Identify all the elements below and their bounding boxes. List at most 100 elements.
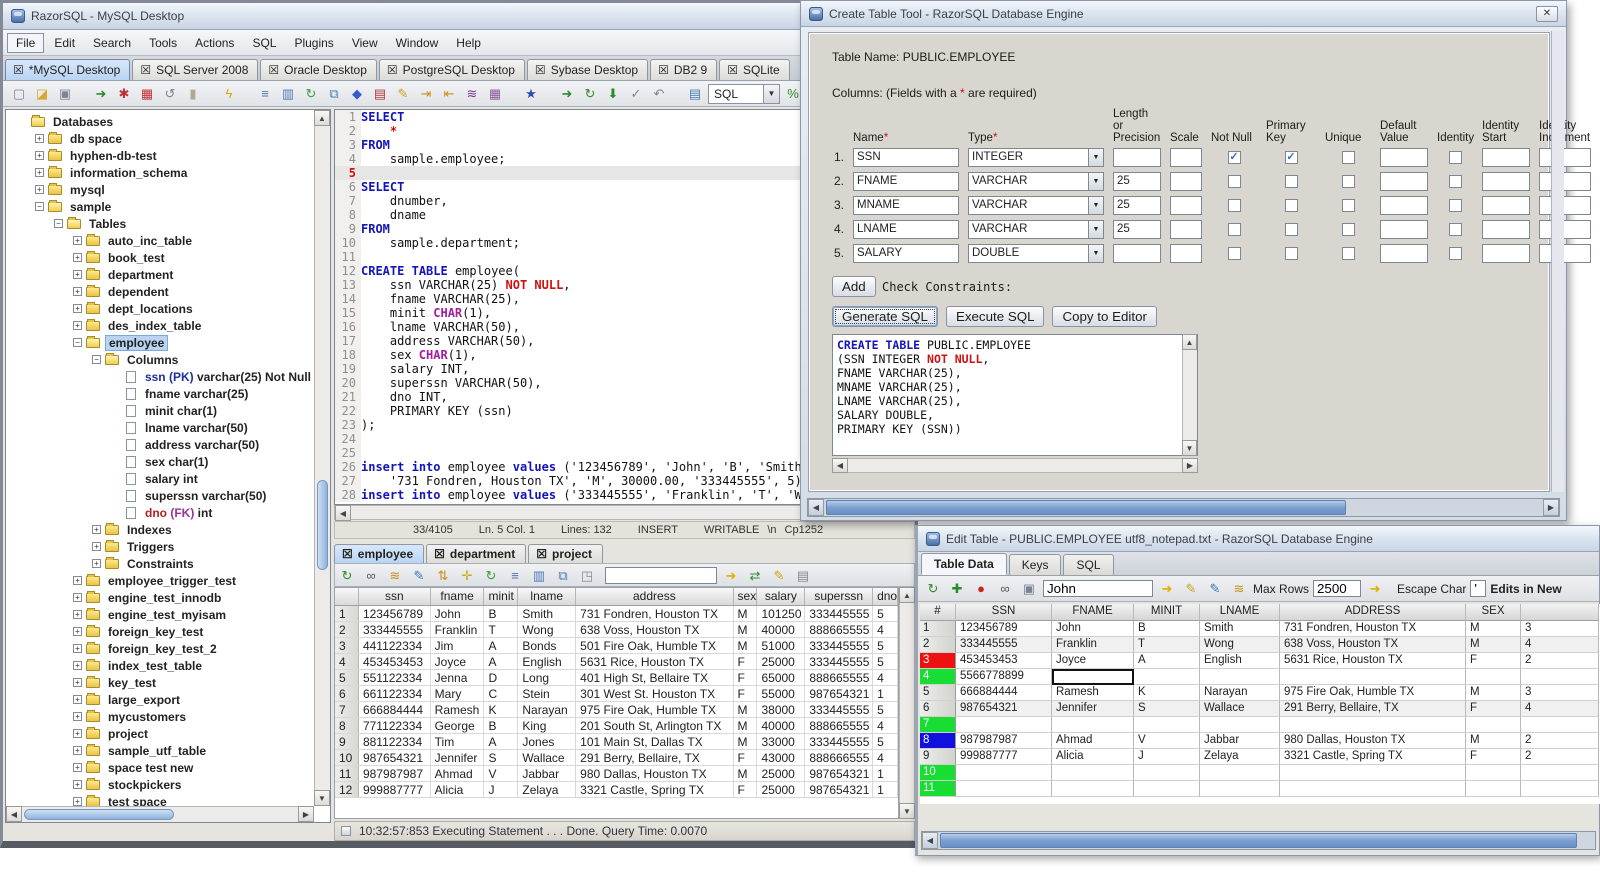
cell[interactable] bbox=[956, 765, 1052, 781]
table-row[interactable]: 9 999887777 Alicia J Zelaya 3321 Castle, Spri… bbox=[920, 749, 1600, 765]
edit-table-icon[interactable]: ✎ bbox=[393, 85, 413, 103]
column-header[interactable]: salary bbox=[757, 588, 806, 605]
identity-increment-input[interactable] bbox=[1539, 243, 1591, 263]
go-icon[interactable]: ➜ bbox=[1365, 580, 1385, 598]
tree-item[interactable]: lname varchar(50) bbox=[6, 419, 314, 436]
cell[interactable]: 5566778899 bbox=[956, 669, 1052, 685]
cell[interactable] bbox=[1466, 781, 1521, 797]
save-icon[interactable]: ▣ bbox=[1019, 580, 1039, 598]
cell[interactable]: 5631 Rice, Houston TX bbox=[1280, 653, 1466, 669]
cell[interactable] bbox=[1052, 717, 1134, 733]
column-header[interactable]: LNAME bbox=[1200, 604, 1280, 621]
refresh-icon[interactable]: ↻ bbox=[923, 580, 943, 598]
primary-key-checkbox[interactable] bbox=[1284, 222, 1298, 236]
cell[interactable]: Franklin bbox=[1052, 637, 1134, 653]
row-header[interactable]: 4 bbox=[920, 669, 956, 685]
expand-icon[interactable]: + bbox=[73, 287, 82, 296]
cell[interactable]: F bbox=[1466, 653, 1521, 669]
connect-icon[interactable]: ➜ bbox=[91, 85, 111, 103]
primary-key-checkbox[interactable] bbox=[1284, 198, 1298, 212]
cell[interactable]: T bbox=[1134, 637, 1200, 653]
import-icon[interactable]: ⇥ bbox=[416, 85, 436, 103]
chevron-down-icon[interactable]: ▼ bbox=[1088, 196, 1103, 214]
identity-checkbox[interactable] bbox=[1448, 246, 1462, 260]
column-header[interactable]: superssn bbox=[805, 588, 874, 605]
table-row[interactable]: 1 123456789 John B Smith 731 Fondren, Houston… bbox=[335, 606, 898, 622]
cell[interactable]: 987654321 bbox=[956, 701, 1052, 717]
identity-checkbox[interactable] bbox=[1448, 150, 1462, 164]
cell[interactable]: Wallace bbox=[1200, 701, 1280, 717]
column-header[interactable]: ADDRESS bbox=[1280, 604, 1466, 621]
identity-increment-input[interactable] bbox=[1539, 195, 1591, 215]
scale-input[interactable] bbox=[1170, 195, 1202, 215]
default-value-input[interactable] bbox=[1380, 147, 1428, 167]
connection-tab[interactable]: ☒ *MySQL Desktop bbox=[5, 59, 131, 80]
scroll-down-icon[interactable]: ▼ bbox=[1182, 440, 1197, 456]
new-file-icon[interactable]: ▢ bbox=[9, 85, 29, 103]
tab-close-icon[interactable]: ☒ bbox=[658, 64, 669, 76]
identity-increment-input[interactable] bbox=[1539, 171, 1591, 191]
column-type-select[interactable]: INTEGER ▼ bbox=[968, 147, 1104, 167]
cell[interactable]: John bbox=[1052, 621, 1134, 637]
refresh-page-icon[interactable]: ↻ bbox=[301, 85, 321, 103]
expand-icon[interactable]: + bbox=[73, 627, 82, 636]
scroll-left-icon[interactable]: ◀ bbox=[6, 806, 22, 822]
not-null-checkbox[interactable] bbox=[1227, 222, 1241, 236]
cell[interactable] bbox=[1134, 717, 1200, 733]
menu-search[interactable]: Search bbox=[85, 34, 139, 52]
database-icon[interactable]: ▮ bbox=[183, 85, 203, 103]
length-input[interactable] bbox=[1113, 147, 1161, 167]
results-search-input[interactable] bbox=[605, 566, 717, 584]
unique-checkbox[interactable] bbox=[1341, 150, 1355, 164]
tab-close-icon[interactable]: ☒ bbox=[140, 64, 151, 76]
column-name-input[interactable]: LNAME bbox=[853, 219, 959, 239]
connection-tab[interactable]: ☒ Sybase Desktop bbox=[526, 59, 649, 80]
tree-item[interactable]: + foreign_key_test bbox=[6, 623, 314, 640]
edit-results-icon[interactable]: ✎ bbox=[409, 566, 429, 584]
row-header[interactable]: 9 bbox=[920, 749, 956, 765]
tree-item[interactable]: − Columns bbox=[6, 351, 314, 368]
tree-item[interactable]: salary int bbox=[6, 470, 314, 487]
cell[interactable]: Alicia bbox=[1052, 749, 1134, 765]
focused-cell[interactable] bbox=[1052, 669, 1134, 685]
cell[interactable]: 638 Voss, Houston TX bbox=[1280, 637, 1466, 653]
tree-item[interactable]: + Constraints bbox=[6, 555, 314, 572]
scroll-left-icon[interactable]: ◀ bbox=[832, 458, 848, 473]
scale-input[interactable] bbox=[1170, 243, 1202, 263]
table-row[interactable]: 11 987987987 Ahmad V Jabbar 980 Dallas, Houst… bbox=[335, 766, 898, 782]
expand-icon[interactable]: + bbox=[73, 729, 82, 738]
table-row[interactable]: 9 881122334 Tim A Jones 101 Main St, Dallas T… bbox=[335, 734, 898, 750]
tree-item[interactable]: + stockpickers bbox=[6, 776, 314, 793]
row-header[interactable]: 8 bbox=[920, 733, 956, 749]
expand-icon[interactable]: + bbox=[73, 746, 82, 755]
menu-help[interactable]: Help bbox=[448, 34, 489, 52]
tree-item[interactable]: superssn varchar(50) bbox=[6, 487, 314, 504]
execute-sql-button[interactable]: Execute SQL bbox=[945, 306, 1045, 327]
results-tab[interactable]: ☒ employee bbox=[334, 544, 425, 563]
tree-item[interactable]: sex char(1) bbox=[6, 453, 314, 470]
tree-item[interactable]: + employee_trigger_test bbox=[6, 572, 314, 589]
cell[interactable] bbox=[1466, 765, 1521, 781]
menu-actions[interactable]: Actions bbox=[187, 34, 242, 52]
generated-sql-box[interactable]: CREATE TABLE PUBLIC.EMPLOYEE (SSN INTEGE… bbox=[832, 334, 1198, 456]
tree-item[interactable]: + information_schema bbox=[6, 164, 314, 181]
column-header[interactable]: address bbox=[576, 588, 734, 605]
tab-table-data[interactable]: Table Data bbox=[921, 553, 1007, 575]
cell[interactable]: Zelaya bbox=[1200, 749, 1280, 765]
row-search-input[interactable] bbox=[1043, 580, 1153, 597]
table-row[interactable]: 6 661122334 Mary C Stein 301 West St. Houston… bbox=[335, 686, 898, 702]
sql-vertical-scrollbar[interactable]: ▲ ▼ bbox=[1182, 334, 1197, 456]
expand-icon[interactable]: + bbox=[73, 610, 82, 619]
row-header[interactable]: 3 bbox=[920, 653, 956, 669]
table-row[interactable]: 4 5566778899 bbox=[920, 669, 1600, 685]
max-rows-input[interactable] bbox=[1313, 580, 1362, 597]
cell[interactable] bbox=[1200, 765, 1280, 781]
go-icon[interactable]: ➜ bbox=[721, 566, 741, 584]
main-titlebar[interactable]: RazorSQL - MySQL Desktop bbox=[3, 3, 915, 30]
default-value-input[interactable] bbox=[1380, 243, 1428, 263]
save-icon[interactable]: ▣ bbox=[55, 85, 75, 103]
column-name-input[interactable]: SALARY bbox=[853, 243, 959, 263]
cell[interactable]: M bbox=[1466, 621, 1521, 637]
identity-start-input[interactable] bbox=[1482, 243, 1530, 263]
format-sql-icon[interactable]: ◆ bbox=[347, 85, 367, 103]
